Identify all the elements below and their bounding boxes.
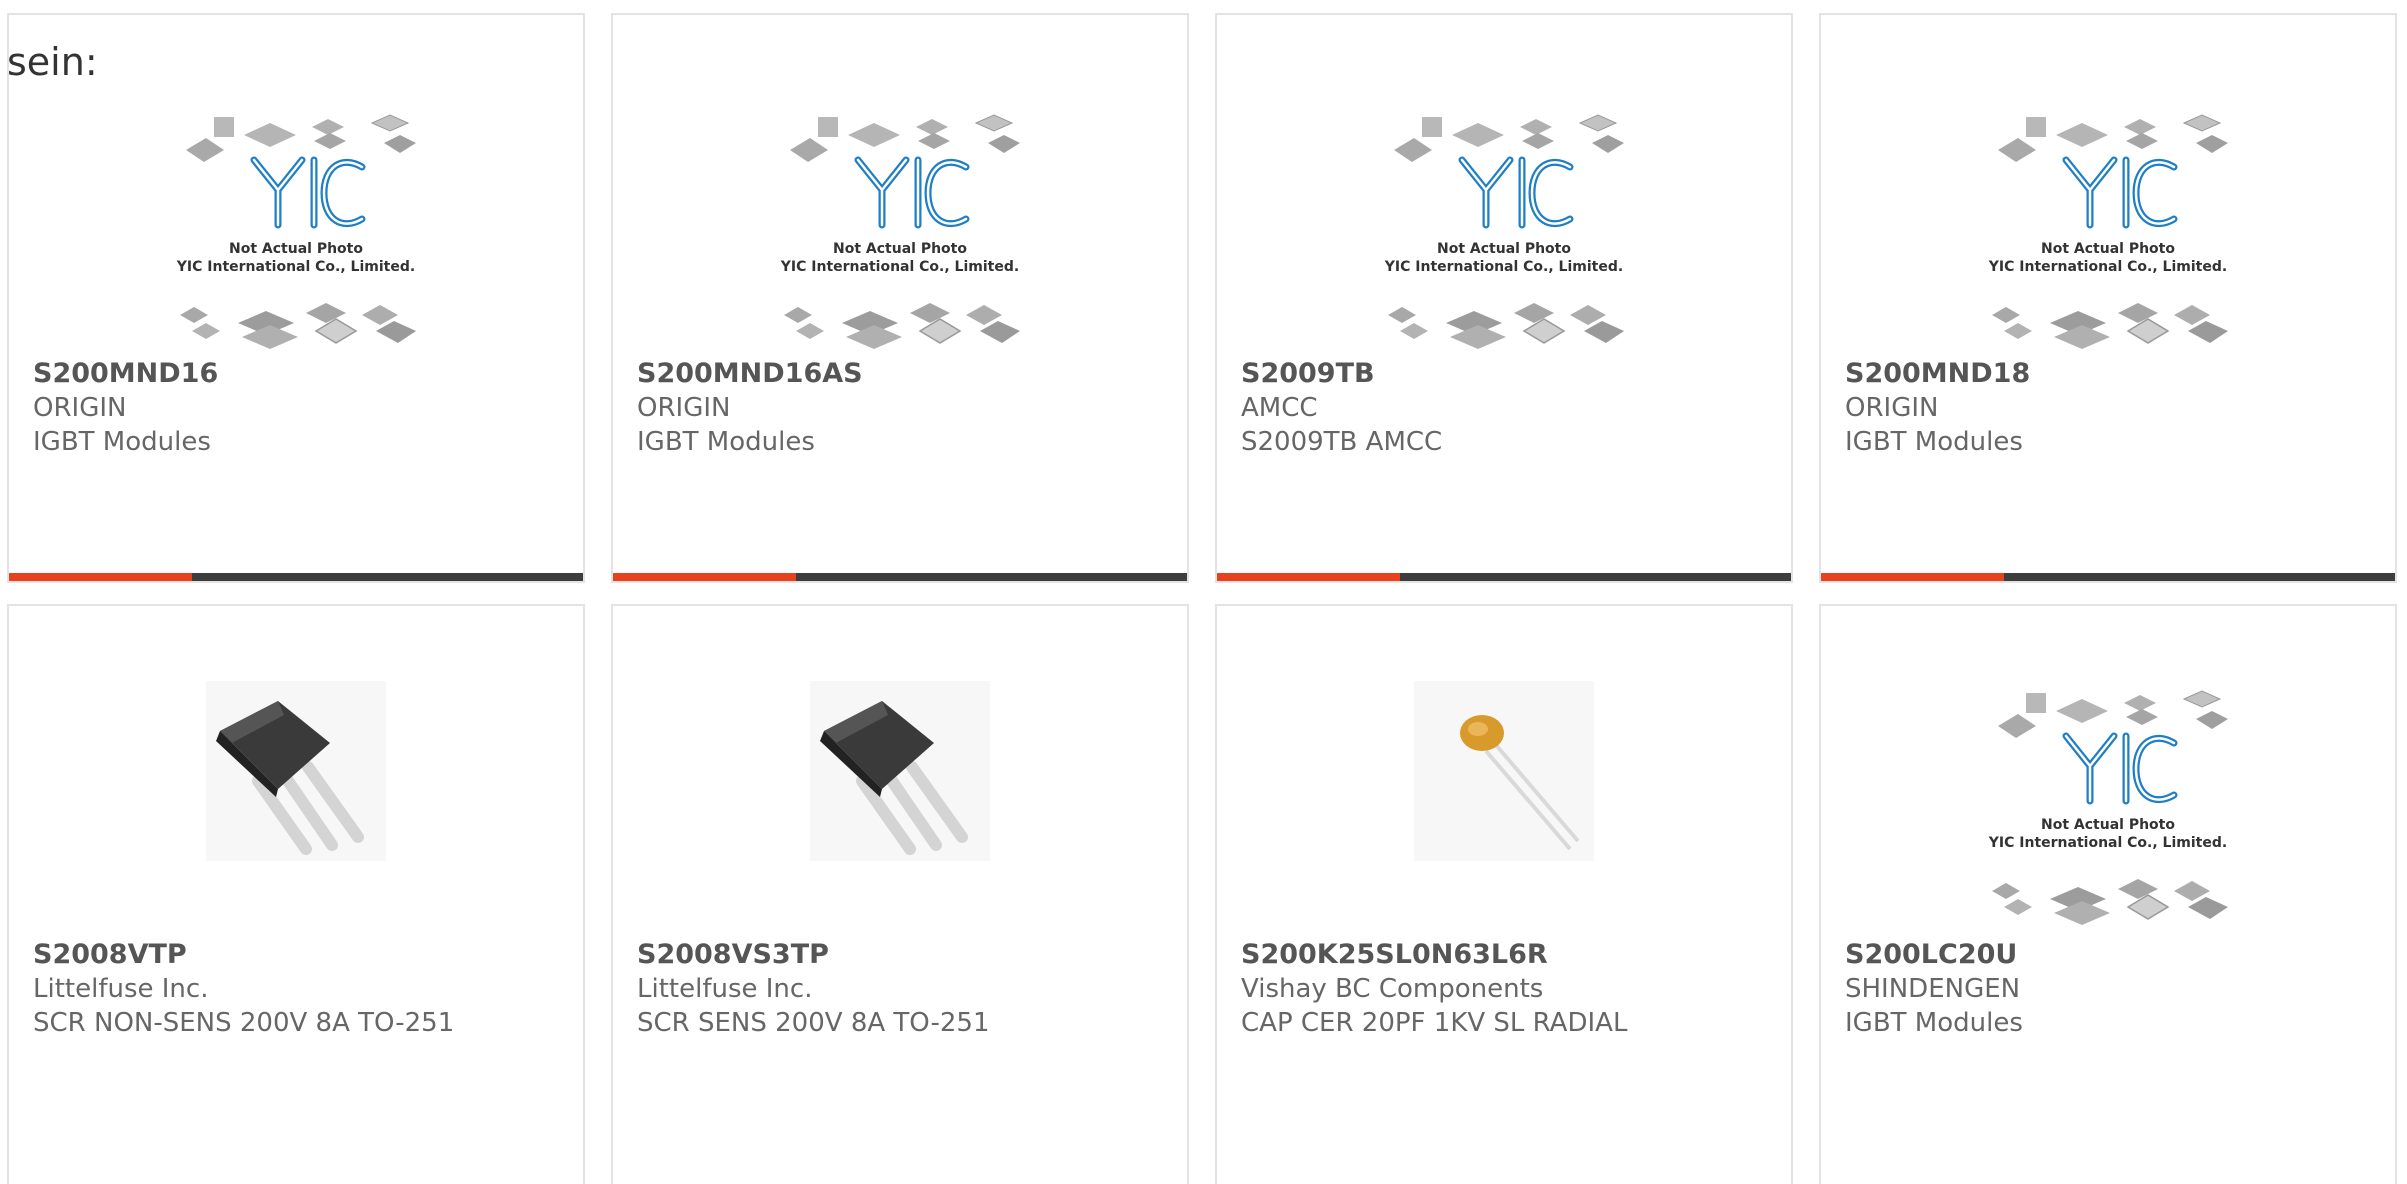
product-card[interactable]: Not Actual Photo YIC International Co., … [7,13,585,583]
part-number-link[interactable]: S2008VTP [33,938,573,972]
product-image-placeholder[interactable]: Not Actual Photo YIC International Co., … [166,105,426,355]
part-number-link[interactable]: S200MND16AS [637,357,1177,391]
ceramic-capacitor-image[interactable] [1404,671,1604,871]
product-card[interactable]: Not Actual Photo YIC International Co., … [1819,604,2397,1184]
product-grid: Not Actual Photo YIC International Co., … [0,0,2407,1184]
part-number-link[interactable]: S200LC20U [1845,938,2385,972]
description: S2009TB AMCC [1241,427,1443,457]
description: CAP CER 20PF 1KV SL RADIAL [1241,1008,1628,1038]
manufacturer: Littelfuse Inc. [33,974,209,1004]
card-footer-bar [613,573,1187,581]
card-footer-bar [9,573,583,581]
product-image-placeholder[interactable]: Not Actual Photo YIC International Co., … [1978,681,2238,931]
product-image-placeholder[interactable]: Not Actual Photo YIC International Co., … [1978,105,2238,355]
to-251-package-image[interactable] [196,671,396,871]
manufacturer: ORIGIN [637,393,731,423]
part-number-link[interactable]: S2008VS3TP [637,938,1177,972]
description: IGBT Modules [1845,1008,2023,1038]
product-card[interactable]: Not Actual Photo YIC International Co., … [611,13,1189,583]
part-number-link[interactable]: S200MND18 [1845,357,2385,391]
placeholder-line2: YIC International Co., Limited. [1384,259,1623,275]
manufacturer: Vishay BC Components [1241,974,1544,1004]
part-number-link[interactable]: S200MND16 [33,357,573,391]
placeholder-line2: YIC International Co., Limited. [1988,835,2227,851]
placeholder-line1: Not Actual Photo [833,241,967,257]
manufacturer: ORIGIN [1845,393,1939,423]
card-footer-bar [1217,573,1791,581]
product-image-placeholder[interactable]: Not Actual Photo YIC International Co., … [770,105,1030,355]
manufacturer: Littelfuse Inc. [637,974,813,1004]
description: SCR NON-SENS 200V 8A TO-251 [33,1008,455,1038]
placeholder-line1: Not Actual Photo [1437,241,1571,257]
product-card[interactable]: Not Actual Photo YIC International Co., … [1819,13,2397,583]
placeholder-line2: YIC International Co., Limited. [1988,259,2227,275]
product-card[interactable]: Not Actual Photo YIC International Co., … [1215,13,1793,583]
description: IGBT Modules [33,427,211,457]
card-footer-bar [1821,573,2395,581]
description: IGBT Modules [637,427,815,457]
description: SCR SENS 200V 8A TO-251 [637,1008,990,1038]
placeholder-line2: YIC International Co., Limited. [780,259,1019,275]
placeholder-line1: Not Actual Photo [2041,817,2175,833]
part-number-link[interactable]: S200K25SL0N63L6R [1241,938,1781,972]
placeholder-line2: YIC International Co., Limited. [176,259,415,275]
to-251-package-image[interactable] [800,671,1000,871]
manufacturer: AMCC [1241,393,1318,423]
placeholder-line1: Not Actual Photo [229,241,363,257]
product-card[interactable]: S2008VS3TP Littelfuse Inc. SCR SENS 200V… [611,604,1189,1184]
product-card[interactable]: S200K25SL0N63L6R Vishay BC Components CA… [1215,604,1793,1184]
product-card[interactable]: S2008VTP Littelfuse Inc. SCR NON-SENS 20… [7,604,585,1184]
section-heading: sein: [7,40,98,84]
manufacturer: ORIGIN [33,393,127,423]
product-image-placeholder[interactable]: Not Actual Photo YIC International Co., … [1374,105,1634,355]
part-number-link[interactable]: S2009TB [1241,357,1781,391]
manufacturer: SHINDENGEN [1845,974,2021,1004]
description: IGBT Modules [1845,427,2023,457]
placeholder-line1: Not Actual Photo [2041,241,2175,257]
